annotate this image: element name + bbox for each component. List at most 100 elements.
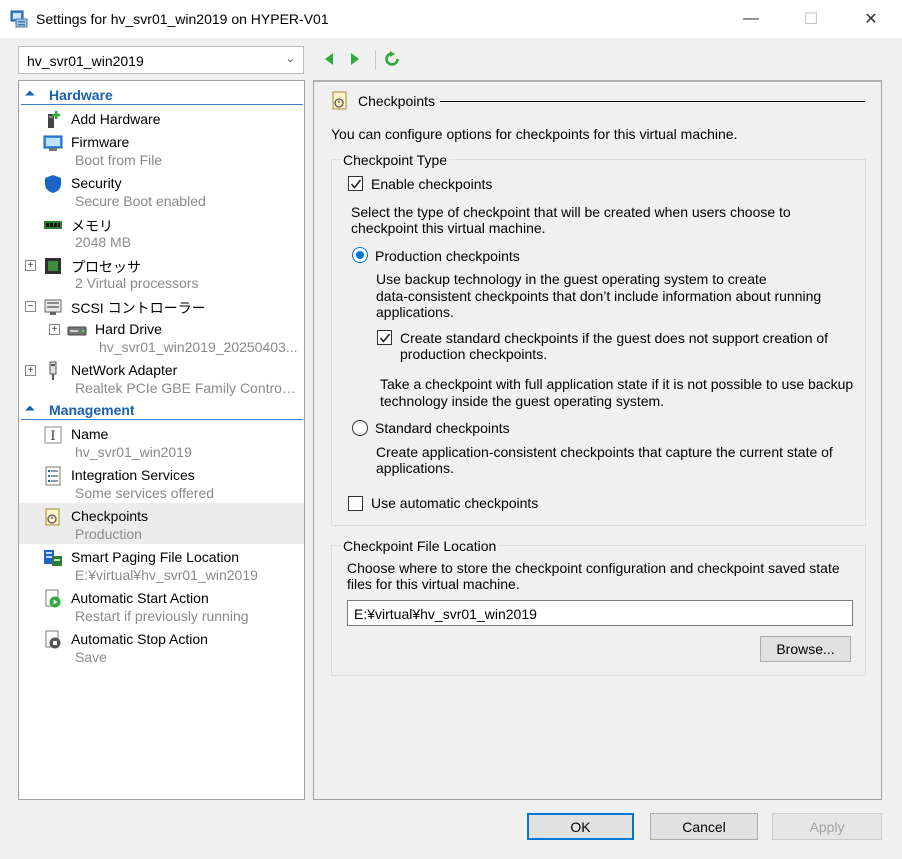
- next-button[interactable]: [346, 50, 364, 68]
- enable-checkpoints-label[interactable]: Enable checkpoints: [371, 176, 492, 192]
- apply-button[interactable]: Apply: [772, 813, 882, 840]
- vm-selector-dropdown[interactable]: hv_svr01_win2019 ⌄: [18, 46, 304, 74]
- settings-tree: ⏶ Hardware Add Hardware Firmware Boot fr…: [18, 80, 305, 800]
- tree-item-processor[interactable]: + プロセッサ 2 Virtual processors: [19, 252, 304, 293]
- toolbar-divider: [375, 50, 376, 70]
- create-standard-checkpoints-checkbox[interactable]: [377, 330, 392, 345]
- expand-icon[interactable]: +: [49, 324, 60, 335]
- hardware-section-label: Hardware: [49, 87, 113, 103]
- heading-divider: [440, 101, 865, 102]
- select-type-text: Select the type of checkpoint that will …: [351, 204, 791, 220]
- ok-button[interactable]: OK: [527, 813, 634, 840]
- collapse-icon: ⏶: [25, 401, 35, 415]
- smart-paging-icon: [44, 550, 62, 566]
- maximize-icon: ☐: [803, 11, 819, 28]
- tree-item-checkpoints[interactable]: Checkpoints Production: [19, 503, 304, 544]
- tree-item-label: プロセッサ: [71, 259, 141, 275]
- tree-item-integration-services[interactable]: Integration Services Some services offer…: [19, 462, 304, 503]
- checkmark-icon: [379, 333, 391, 343]
- checkpoints-panel: Checkpoints You can configure options fo…: [313, 80, 882, 800]
- expand-icon[interactable]: +: [25, 365, 36, 376]
- production-checkpoints-label[interactable]: Production checkpoints: [375, 248, 520, 264]
- add-hardware-icon: [48, 111, 61, 128]
- tree-item-detail: Some services offered: [75, 485, 215, 501]
- tree-item-detail: hv_svr01_win2019_20250403...: [99, 339, 298, 355]
- automatic-checkpoints-label[interactable]: Use automatic checkpoints: [371, 495, 538, 511]
- tree-item-automatic-start-action[interactable]: Automatic Start Action Restart if previo…: [19, 585, 304, 626]
- cancel-button-label: Cancel: [682, 818, 726, 835]
- minimize-button[interactable]: —: [728, 0, 774, 38]
- management-section-header[interactable]: ⏶ Management: [21, 400, 303, 420]
- chevron-down-icon: ⌄: [285, 53, 295, 65]
- apply-button-label: Apply: [809, 818, 845, 835]
- management-section-label: Management: [49, 402, 135, 418]
- tree-item-automatic-stop-action[interactable]: Automatic Stop Action Save: [19, 626, 304, 667]
- automatic-start-icon: [45, 589, 61, 608]
- tree-item-label: Firmware: [71, 134, 130, 150]
- tree-item-smart-paging[interactable]: Smart Paging File Location E:¥virtual¥hv…: [19, 544, 304, 585]
- network-adapter-icon: [49, 361, 57, 380]
- select-type-text: checkpoint this virtual machine.: [351, 220, 546, 236]
- maximize-button[interactable]: ☐: [788, 0, 834, 38]
- file-location-label: Checkpoint File Location: [341, 538, 499, 554]
- production-checkpoints-radio[interactable]: [352, 247, 368, 263]
- refresh-button[interactable]: [383, 50, 401, 68]
- checkpoint-type-label: Checkpoint Type: [341, 152, 450, 168]
- tree-item-network-adapter[interactable]: + NetWork Adapter Realtek PCIe GBE Famil…: [19, 357, 304, 398]
- processor-icon: [45, 258, 61, 274]
- tree-item-memory[interactable]: メモリ 2048 MB: [19, 211, 304, 252]
- svg-text:I: I: [50, 429, 55, 444]
- collapse-icon[interactable]: −: [25, 301, 36, 312]
- scsi-controller-icon: [44, 299, 62, 315]
- tree-item-label: Smart Paging File Location: [71, 549, 240, 565]
- expand-icon[interactable]: +: [25, 260, 36, 271]
- previous-button[interactable]: [320, 50, 338, 68]
- hardware-section-header[interactable]: ⏶ Hardware: [21, 85, 303, 105]
- tree-item-label: NetWork Adapter: [71, 362, 178, 378]
- automatic-checkpoints-checkbox[interactable]: [348, 496, 363, 511]
- create-standard-checkpoints-label[interactable]: Create standard checkpoints if the guest…: [400, 330, 828, 346]
- tree-item-security[interactable]: Security Secure Boot enabled: [19, 170, 304, 211]
- enable-checkpoints-checkbox[interactable]: [348, 176, 363, 191]
- tree-item-firmware[interactable]: Firmware Boot from File: [19, 129, 304, 170]
- tree-item-label: Automatic Stop Action: [71, 631, 208, 647]
- file-location-input[interactable]: E:¥virtual¥hv_svr01_win2019: [347, 600, 853, 626]
- tree-item-detail: Restart if previously running: [75, 608, 249, 624]
- standard-checkpoints-label[interactable]: Standard checkpoints: [375, 420, 510, 436]
- take-checkpoint-text: Take a checkpoint with full application …: [380, 376, 854, 392]
- refresh-icon: [385, 51, 399, 66]
- tree-item-label: Hard Drive: [95, 321, 162, 337]
- browse-button[interactable]: Browse...: [760, 636, 851, 662]
- cancel-button[interactable]: Cancel: [650, 813, 758, 840]
- integration-services-icon: [45, 466, 61, 486]
- tree-item-detail: E:¥virtual¥hv_svr01_win2019: [75, 567, 258, 583]
- production-desc: data-consistent checkpoints that don’t i…: [376, 288, 822, 304]
- tree-item-detail: 2 Virtual processors: [75, 275, 199, 291]
- ok-button-label: OK: [570, 818, 591, 835]
- create-standard-checkpoints-label: production checkpoints.: [400, 346, 548, 362]
- window-title: Settings for hv_svr01_win2019 on HYPER-V…: [36, 11, 329, 27]
- tree-item-name[interactable]: I Name hv_svr01_win2019: [19, 421, 304, 462]
- standard-desc: Create application-consistent checkpoint…: [376, 444, 833, 460]
- tree-item-hard-drive[interactable]: + Hard Drive hv_svr01_win2019_20250403..…: [19, 316, 304, 357]
- tree-item-detail: Realtek PCIe GBE Family Controller...: [75, 380, 299, 396]
- take-checkpoint-text: technology inside the guest operating sy…: [380, 393, 665, 409]
- tree-item-label: Checkpoints: [71, 508, 149, 524]
- shield-icon: [45, 175, 61, 193]
- tree-item-label: Add Hardware: [71, 111, 161, 127]
- collapse-icon: ⏶: [25, 86, 35, 100]
- standard-checkpoints-radio[interactable]: [352, 420, 368, 436]
- tree-item-label: Name: [71, 426, 109, 442]
- tree-item-label: Integration Services: [71, 467, 195, 483]
- standard-desc: applications.: [376, 460, 454, 476]
- checkpoints-icon: [332, 91, 347, 110]
- close-button[interactable]: ✕: [848, 0, 894, 38]
- tree-item-label: メモリ: [71, 218, 113, 234]
- file-location-desc: Choose where to store the checkpoint con…: [347, 560, 840, 576]
- browse-button-label: Browse...: [776, 641, 835, 657]
- hyperv-settings-icon: [10, 10, 28, 28]
- arrow-left-icon: [325, 53, 333, 65]
- hard-drive-icon: [67, 326, 87, 336]
- tree-item-detail: hv_svr01_win2019: [75, 444, 192, 460]
- close-icon: ✕: [864, 11, 878, 28]
